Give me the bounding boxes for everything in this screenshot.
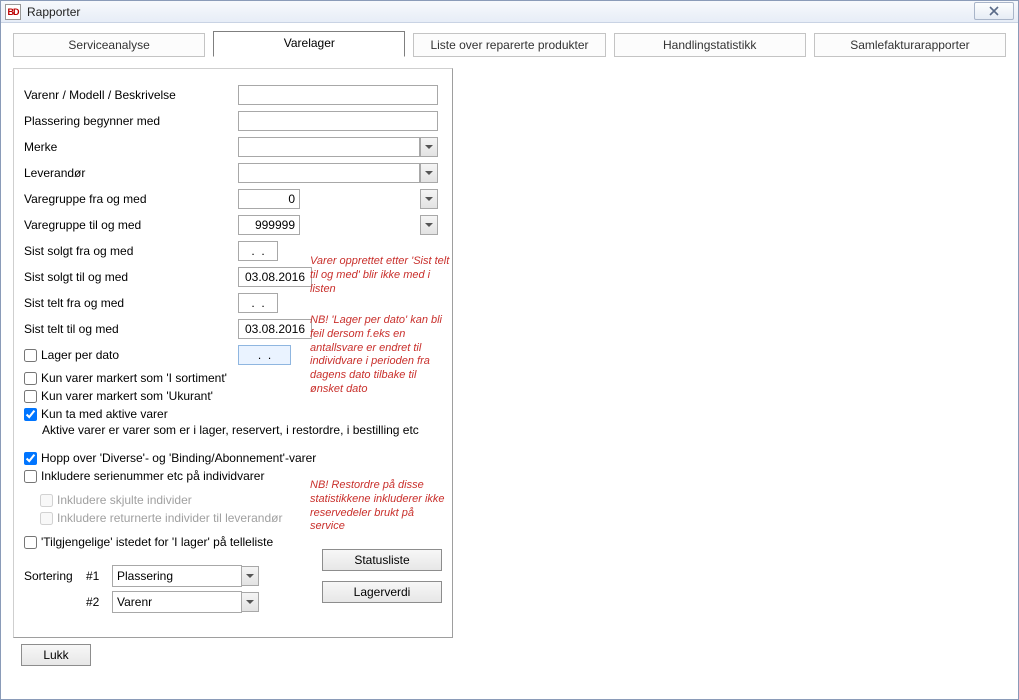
checkbox-hoppover[interactable] [24,452,37,465]
label-merke: Merke [24,140,238,154]
label-ukurant: Kun varer markert som 'Ukurant' [41,389,213,403]
note-lager-dato: NB! 'Lager per dato' kan bli feil dersom… [310,314,450,397]
note-sist-telt: Varer opprettet etter 'Sist telt til og … [310,255,450,296]
checkbox-ukurant[interactable] [24,390,37,403]
label-hoppover: Hopp over 'Diverse'- og 'Binding/Abonnem… [41,451,316,465]
label-tilgjengelige: 'Tilgjengelige' istedet for 'I lager' på… [41,535,273,549]
input-leverandor[interactable] [238,163,420,183]
input-lager-dato[interactable] [238,345,291,365]
label-varenr: Varenr / Modell / Beskrivelse [24,88,238,102]
label-vgtil: Varegruppe til og med [24,218,238,232]
tabs: Serviceanalyse Varelager Liste over repa… [1,23,1018,58]
label-sort2: #2 [86,595,112,609]
tab-samle[interactable]: Samlefakturarapporter [814,33,1006,57]
label-sortering: Sortering [24,569,86,583]
checkbox-lager-per-dato[interactable] [24,349,37,362]
note-restordre: NB! Restordre på disse statistikkene ink… [310,479,450,534]
label-skjulte: Inkludere skjulte individer [57,493,192,507]
label-leverandor: Leverandør [24,166,238,180]
checkbox-skjulte [40,494,53,507]
tab-varelager[interactable]: Varelager [213,31,405,57]
input-vgfra[interactable] [238,189,300,209]
form-panel: Varenr / Modell / Beskrivelse Plassering… [13,68,453,638]
label-sort1: #1 [86,569,112,583]
checkbox-sortiment[interactable] [24,372,37,385]
app-icon: BD [5,4,21,20]
select-sort1[interactable]: Plassering [112,565,242,587]
label-sist-telt-fra: Sist telt fra og med [24,296,238,310]
label-sist-solgt-fra: Sist solgt fra og med [24,244,238,258]
dropdown-sort1[interactable] [241,566,259,586]
label-sist-solgt-til: Sist solgt til og med [24,270,238,284]
input-sist-telt-til[interactable] [238,319,312,339]
note-aktive: Aktive varer er varer som er i lager, re… [42,423,442,437]
close-icon [989,6,999,16]
input-vgtil[interactable] [238,215,300,235]
input-merke[interactable] [238,137,420,157]
tab-reparterte[interactable]: Liste over reparerte produkter [413,33,605,57]
label-sist-telt-til: Sist telt til og med [24,322,238,336]
select-sort2[interactable]: Varenr [112,591,242,613]
button-lagerverdi[interactable]: Lagerverdi [322,581,442,603]
label-returnerte: Inkludere returnerte individer til lever… [57,511,282,525]
button-lukk[interactable]: Lukk [21,644,91,666]
dropdown-sort2[interactable] [241,592,259,612]
label-vgfra: Varegruppe fra og med [24,192,238,206]
close-button[interactable] [974,2,1014,20]
label-aktive: Kun ta med aktive varer [41,407,168,421]
input-sist-telt-fra[interactable] [238,293,278,313]
checkbox-returnerte [40,512,53,525]
input-plassering[interactable] [238,111,438,131]
label-lager-per-dato: Lager per dato [41,348,119,362]
checkbox-tilgjengelige[interactable] [24,536,37,549]
dropdown-vgtil[interactable] [420,215,438,235]
checkbox-aktive[interactable] [24,408,37,421]
tab-handling[interactable]: Handlingstatistikk [614,33,806,57]
button-statusliste[interactable]: Statusliste [322,549,442,571]
input-sist-solgt-til[interactable] [238,267,312,287]
checkbox-serienummer[interactable] [24,470,37,483]
dropdown-merke[interactable] [420,137,438,157]
label-serienummer: Inkludere serienummer etc på individvare… [41,469,264,483]
input-sist-solgt-fra[interactable] [238,241,278,261]
input-varenr[interactable] [238,85,438,105]
window-title: Rapporter [27,5,80,19]
dropdown-leverandor[interactable] [420,163,438,183]
titlebar: BD Rapporter [1,1,1018,23]
label-plassering: Plassering begynner med [24,114,238,128]
label-sortiment: Kun varer markert som 'I sortiment' [41,371,227,385]
dropdown-vgfra[interactable] [420,189,438,209]
tab-serviceanalyse[interactable]: Serviceanalyse [13,33,205,57]
